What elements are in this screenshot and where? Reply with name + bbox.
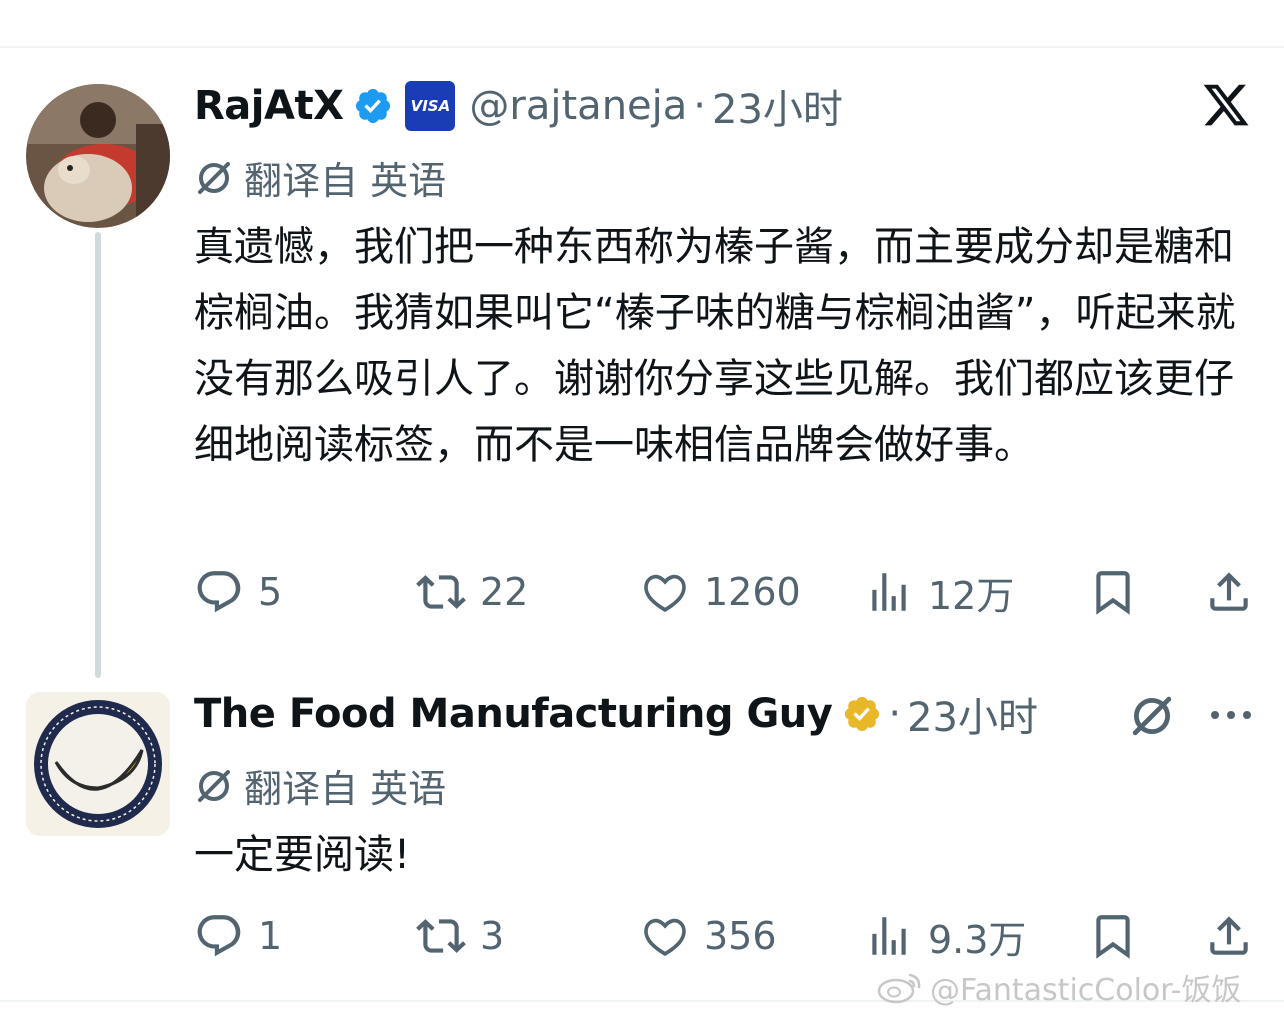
- verified-badge-icon[interactable]: [353, 86, 393, 126]
- tweet-rajatx[interactable]: RajAtX VISA @rajtaneja · 23小时 翻译自 英语 真遗憾…: [0, 77, 1284, 678]
- views-icon: [872, 917, 906, 955]
- repost-icon: [416, 575, 466, 609]
- timestamp[interactable]: 23小时: [907, 685, 1038, 743]
- reply-button[interactable]: 1: [194, 906, 282, 966]
- reply-icon: [197, 571, 241, 613]
- thread-connector: [95, 232, 101, 678]
- top-divider: [0, 46, 1284, 48]
- translate-icon: [198, 161, 230, 194]
- translate-indicator[interactable]: 翻译自 英语: [194, 150, 446, 205]
- bookmark-icon: [1096, 571, 1130, 615]
- repost-button[interactable]: 3: [416, 906, 504, 966]
- repost-count: 3: [480, 914, 505, 958]
- timestamp[interactable]: 23小时: [712, 77, 843, 135]
- tweet-header: RajAtX VISA @rajtaneja · 23小时: [194, 77, 843, 135]
- author-name[interactable]: The Food Manufacturing Guy: [194, 691, 833, 737]
- repost-icon: [416, 919, 466, 953]
- reply-count: 5: [258, 570, 283, 614]
- share-button[interactable]: [1204, 562, 1268, 622]
- bookmark-icon: [1096, 915, 1130, 959]
- views-count: 9.3万: [928, 917, 1027, 962]
- reply-icon: [197, 915, 241, 957]
- views-icon: [872, 573, 906, 611]
- views-count: 12万: [928, 573, 1015, 618]
- tweet-food-manufacturing-guy[interactable]: The Food Manufacturing Guy · 23小时 翻译自 英语…: [0, 688, 1284, 988]
- action-bar: 5 22 1260 12万: [194, 562, 1260, 622]
- like-button[interactable]: 356: [640, 906, 777, 966]
- translate-label: 翻译自 英语: [244, 767, 447, 811]
- author-name[interactable]: RajAtX: [194, 83, 344, 129]
- author-handle[interactable]: @rajtaneja: [469, 83, 687, 129]
- separator-dot: ·: [888, 691, 902, 737]
- translate-indicator[interactable]: 翻译自 英语: [194, 758, 446, 813]
- bookmark-button[interactable]: [1088, 906, 1152, 966]
- translate-label: 翻译自 英语: [244, 159, 447, 203]
- tweet-header: The Food Manufacturing Guy · 23小时: [194, 685, 1038, 743]
- like-icon: [644, 574, 686, 612]
- separator-dot: ·: [693, 83, 706, 129]
- weibo-icon: [877, 973, 921, 1004]
- x-logo-icon[interactable]: [1200, 80, 1252, 130]
- share-button[interactable]: [1204, 906, 1268, 966]
- visa-badge-icon[interactable]: VISA: [405, 81, 456, 131]
- watermark: @FantasticColor-饭饭: [876, 965, 1242, 1009]
- tweet-text: 一定要阅读!: [194, 832, 411, 878]
- bookmark-button[interactable]: [1088, 562, 1152, 622]
- avatar[interactable]: [26, 692, 170, 836]
- action-bar: 1 3 356 9.3万: [194, 906, 1260, 966]
- like-icon: [644, 918, 686, 956]
- translate-icon: [198, 769, 230, 802]
- like-count: 356: [704, 914, 777, 958]
- views-button[interactable]: 12万: [864, 562, 1014, 622]
- translate-icon[interactable]: [1128, 692, 1176, 740]
- like-count: 1260: [704, 570, 801, 614]
- reply-count: 1: [258, 914, 283, 958]
- reply-button[interactable]: 5: [194, 562, 282, 622]
- repost-button[interactable]: 22: [416, 562, 528, 622]
- share-icon: [1210, 572, 1248, 611]
- avatar[interactable]: [26, 84, 170, 228]
- watermark-text: @FantasticColor-饭饭: [930, 973, 1242, 1008]
- more-icon[interactable]: [1208, 692, 1254, 738]
- repost-count: 22: [480, 570, 529, 614]
- verified-badge-icon[interactable]: [842, 694, 882, 734]
- views-button[interactable]: 9.3万: [864, 906, 1026, 966]
- like-button[interactable]: 1260: [640, 562, 801, 622]
- tweet-text: 真遗憾，我们把一种东西称为榛子酱，而主要成分却是糖和棕榈油。我猜如果叫它“榛子味…: [194, 224, 1236, 468]
- share-icon: [1210, 916, 1248, 955]
